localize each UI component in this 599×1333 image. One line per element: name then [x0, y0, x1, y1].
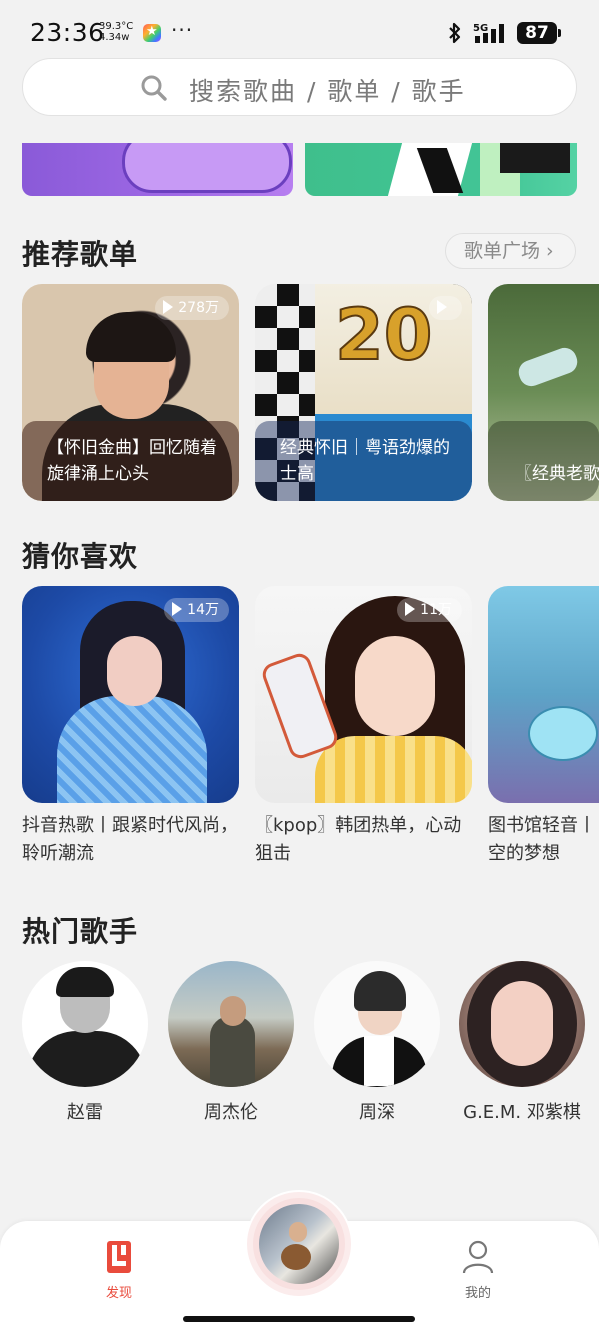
home-indicator[interactable]: [183, 1316, 415, 1322]
search-icon: [141, 75, 167, 101]
cover-art: [281, 1244, 311, 1270]
playlist-card[interactable]: 20 经典怀旧｜粤语劲爆的士高: [255, 284, 472, 501]
more-notifications-icon: ···: [171, 18, 194, 42]
tab-discover-label: 发现: [105, 1286, 132, 1301]
section-title-recommended-playlists: 推荐歌单: [22, 238, 139, 271]
cover-art: [57, 696, 207, 803]
signal-icon: 5G: [473, 23, 504, 43]
singer-item[interactable]: 周深: [314, 961, 440, 1123]
battery-indicator: 87: [517, 22, 561, 44]
status-bar: 23:36 39.3°C 4.34w ··· 5G 87: [0, 0, 599, 60]
play-icon: [172, 602, 183, 616]
play-count: 14万: [187, 602, 219, 618]
cover-art: [86, 312, 176, 362]
tab-mine-label: 我的: [464, 1286, 491, 1301]
section-title-guess-you-like: 猜你喜欢: [22, 540, 139, 573]
network-type: 5G: [473, 23, 488, 34]
search-placeholder: 搜索歌曲 / 歌单 / 歌手: [189, 77, 466, 106]
tab-mine[interactable]: 我的: [447, 1240, 509, 1301]
cover-art: [528, 706, 598, 761]
avatar-art: [56, 967, 114, 997]
recommend-card[interactable]: [488, 586, 599, 803]
play-icon: [163, 300, 174, 314]
status-temperature: 39.3°C: [99, 21, 134, 32]
banner-left[interactable]: [22, 143, 293, 196]
singer-item[interactable]: G.E.M. 邓紫棋: [459, 961, 585, 1123]
avatar-art: [220, 996, 246, 1026]
singer-name: 周杰伦: [204, 1102, 258, 1123]
singer-name: 周深: [359, 1102, 395, 1123]
play-count: 278万: [178, 300, 219, 316]
banner-artwork: [500, 143, 570, 173]
cover-art: 20: [334, 293, 433, 377]
play-icon: [405, 602, 416, 616]
avatar-art: [27, 1031, 147, 1087]
status-meta: 39.3°C 4.34w: [99, 21, 133, 43]
tab-discover[interactable]: 发现: [88, 1240, 150, 1301]
search-input[interactable]: 搜索歌曲 / 歌单 / 歌手: [22, 58, 577, 116]
discover-icon: [107, 1241, 131, 1273]
playlist-title: 经典怀旧｜粤语劲爆的士高: [280, 438, 450, 484]
play-count-badge: 278万: [155, 296, 229, 320]
bluetooth-icon: [449, 22, 461, 44]
section-title-hot-singers: 热门歌手: [22, 915, 139, 948]
singer-name: G.E.M. 邓紫棋: [463, 1102, 581, 1123]
singer-item[interactable]: 赵雷: [22, 961, 148, 1123]
cover-art: [107, 636, 162, 706]
user-icon: [462, 1240, 494, 1274]
recommend-card[interactable]: 11万: [255, 586, 472, 803]
avatar-art: [210, 1016, 255, 1087]
recommend-card[interactable]: 14万: [22, 586, 239, 803]
avatar: [459, 961, 585, 1087]
banner-right[interactable]: [305, 143, 577, 196]
playlist-title: 【怀旧金曲】回忆随着旋律涌上心头: [47, 438, 217, 484]
now-playing-disc[interactable]: [247, 1192, 351, 1296]
recommend-title[interactable]: 〖kpop〗韩团热单，心动狙击: [255, 812, 475, 868]
playlist-card[interactable]: 〖经典老歌〗时代，书写: [488, 284, 599, 501]
avatar-art: [354, 971, 406, 1011]
cover-art: [289, 1222, 307, 1242]
playlist-square-button[interactable]: 歌单广场 ›: [445, 233, 576, 269]
avatar-art: [364, 1036, 394, 1086]
singer-name: 赵雷: [67, 1102, 103, 1123]
recommend-title[interactable]: 抖音热歌丨跟紧时代风尚，聆听潮流: [22, 812, 242, 868]
play-count-badge: [429, 296, 462, 320]
playlist-title: 〖经典老歌〗时代，书写: [515, 464, 599, 484]
recommend-title[interactable]: 图书馆轻音丨空的梦想: [488, 812, 599, 868]
avatar: [22, 961, 148, 1087]
play-icon: [437, 300, 447, 314]
avatar: [168, 961, 294, 1087]
singer-item[interactable]: 周杰伦: [168, 961, 294, 1123]
cover-art: [515, 344, 581, 390]
banner-artwork: [122, 143, 292, 193]
play-count: 11万: [420, 602, 452, 618]
app-notification-icon: [143, 24, 161, 42]
now-playing-cover: [259, 1204, 339, 1284]
avatar: [314, 961, 440, 1087]
avatar-art: [491, 981, 553, 1066]
cover-art: [315, 736, 472, 803]
status-power: 4.34w: [99, 32, 130, 43]
cover-art: [355, 636, 435, 736]
status-time: 23:36: [30, 18, 105, 47]
play-count-badge: 14万: [164, 598, 229, 622]
playlist-card[interactable]: 278万 【怀旧金曲】回忆随着旋律涌上心头: [22, 284, 239, 501]
play-count-badge: 11万: [397, 598, 462, 622]
